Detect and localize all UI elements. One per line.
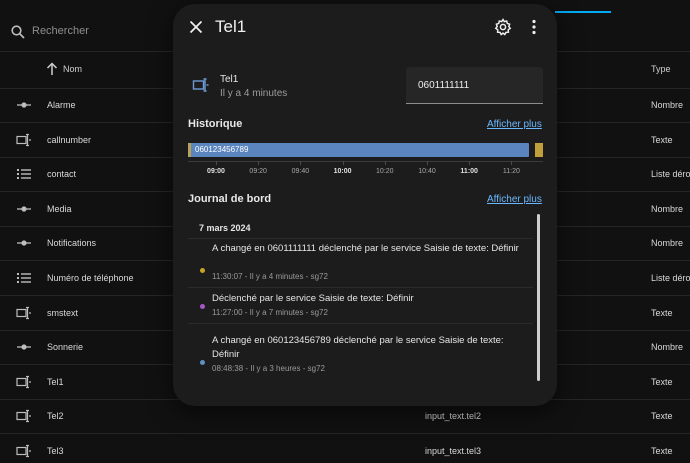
row-name: Media [47, 203, 72, 214]
history-title: Historique [188, 118, 243, 130]
column-header-name[interactable]: Nom [63, 64, 82, 74]
row-entity-id: input_text.tel2 [425, 411, 482, 422]
logbook-title: Journal de bord [188, 193, 272, 205]
logbook-entry-dot [200, 360, 205, 365]
text-field-icon [192, 78, 209, 92]
more-vertical-icon[interactable] [529, 18, 539, 36]
row-name: contact [47, 169, 77, 180]
row-type: Texte [651, 307, 673, 318]
logbook-entry-message: A changé en 060123456789 déclenché par l… [212, 335, 504, 360]
axis-tick-label: 10:40 [418, 168, 436, 175]
axis-tick [469, 161, 471, 165]
row-name: Tel3 [47, 446, 64, 456]
axis-tick [342, 161, 344, 165]
divider [188, 238, 533, 239]
logbook-entry-message: Déclenché par le service Saisie de texte… [212, 293, 414, 304]
axis-tick-label: 09:00 [207, 168, 225, 175]
row-name: Alarme [47, 100, 76, 110]
value-input[interactable]: 0601111111 [418, 80, 469, 91]
axis-tick [300, 161, 302, 165]
row-type: Liste dérou [651, 273, 690, 283]
row-type: Liste dérou [651, 169, 690, 180]
axis-tick-label: 11:20 [502, 168, 520, 175]
search-icon [11, 25, 25, 39]
slider-icon [16, 236, 32, 250]
axis-tick [427, 161, 428, 165]
history-bar-label: 060123456789 [195, 145, 249, 154]
axis-tick-label: 11:00 [460, 168, 478, 175]
text-field-icon [16, 133, 32, 147]
logbook-entry-dot [200, 268, 205, 273]
text-field-icon [16, 409, 32, 423]
history-current-segment[interactable] [535, 143, 543, 157]
text-field-icon [16, 375, 32, 389]
row-name: callnumber [47, 134, 92, 145]
column-header-type[interactable]: Type [651, 64, 671, 74]
axis-tick-label: 10:00 [333, 168, 352, 175]
text-field-icon [16, 444, 32, 458]
row-type: Texte [651, 446, 673, 456]
list-icon [16, 167, 32, 181]
logbook-entry-meta: 11:30:07 - Il y a 4 minutes - sg72 [212, 272, 328, 281]
logbook-entry-dot [200, 304, 205, 309]
slider-icon [16, 98, 32, 112]
text-field-icon [16, 306, 32, 320]
slider-icon [16, 202, 32, 216]
divider [188, 287, 533, 288]
sort-arrow-up-icon[interactable] [46, 62, 58, 76]
divider [188, 323, 533, 324]
list-icon [16, 271, 32, 285]
logbook-date: 7 mars 2024 [199, 223, 251, 233]
logbook-entry-message: A changé en 0601111111 déclenché par le … [212, 243, 519, 254]
row-name: Notifications [47, 238, 97, 249]
logbook-show-more-link[interactable]: Afficher plus [487, 194, 542, 205]
axis-tick-label: 10:20 [376, 168, 394, 175]
row-name: Tel1 [47, 376, 64, 387]
gear-icon[interactable] [494, 18, 512, 36]
dialog-title: Tel1 [215, 17, 247, 36]
row-entity-id: input_text.tel3 [425, 446, 482, 456]
row-type: Nombre [651, 342, 684, 353]
row-type: Nombre [651, 203, 684, 214]
slider-icon [16, 340, 32, 354]
row-name: Sonnerie [47, 342, 84, 353]
table-row[interactable]: Tel3 input_text.tel3 Texte [0, 434, 690, 463]
logbook-scrollbar[interactable] [537, 214, 540, 381]
axis-tick-label: 09:20 [249, 168, 267, 175]
tab-indicator [555, 11, 611, 13]
row-type: Nombre [651, 238, 684, 249]
row-name: smstext [47, 307, 79, 318]
more-info-dialog: Tel1 Tel1 Il y a 4 minutes 0601111111 Hi… [173, 4, 557, 406]
value-input-field[interactable]: 0601111111 [406, 67, 543, 104]
axis-tick [384, 161, 386, 165]
logbook-entry-meta: 11:27:00 - Il y a 7 minutes - sg72 [212, 308, 328, 317]
row-type: Texte [651, 134, 673, 145]
history-segment-start [188, 143, 191, 157]
row-name: Tel2 [47, 411, 64, 422]
axis-tick [216, 161, 217, 165]
entity-name: Tel1 [220, 74, 239, 85]
history-axis [188, 161, 543, 162]
close-icon[interactable] [187, 18, 205, 36]
search-input[interactable]: Rechercher [32, 25, 89, 37]
row-type: Texte [651, 376, 673, 387]
row-type: Nombre [651, 100, 684, 110]
axis-tick [511, 161, 513, 165]
entity-last-changed: Il y a 4 minutes [220, 88, 288, 99]
history-timeline-bar[interactable]: 060123456789 [188, 143, 529, 157]
history-show-more-link[interactable]: Afficher plus [487, 119, 542, 130]
axis-tick [258, 161, 260, 165]
logbook-entry-meta: 08:48:38 - Il y a 3 heures - sg72 [212, 364, 325, 373]
row-type: Texte [651, 411, 673, 422]
axis-tick-label: 09:40 [291, 168, 310, 175]
row-name: Numéro de téléphone [47, 273, 134, 283]
